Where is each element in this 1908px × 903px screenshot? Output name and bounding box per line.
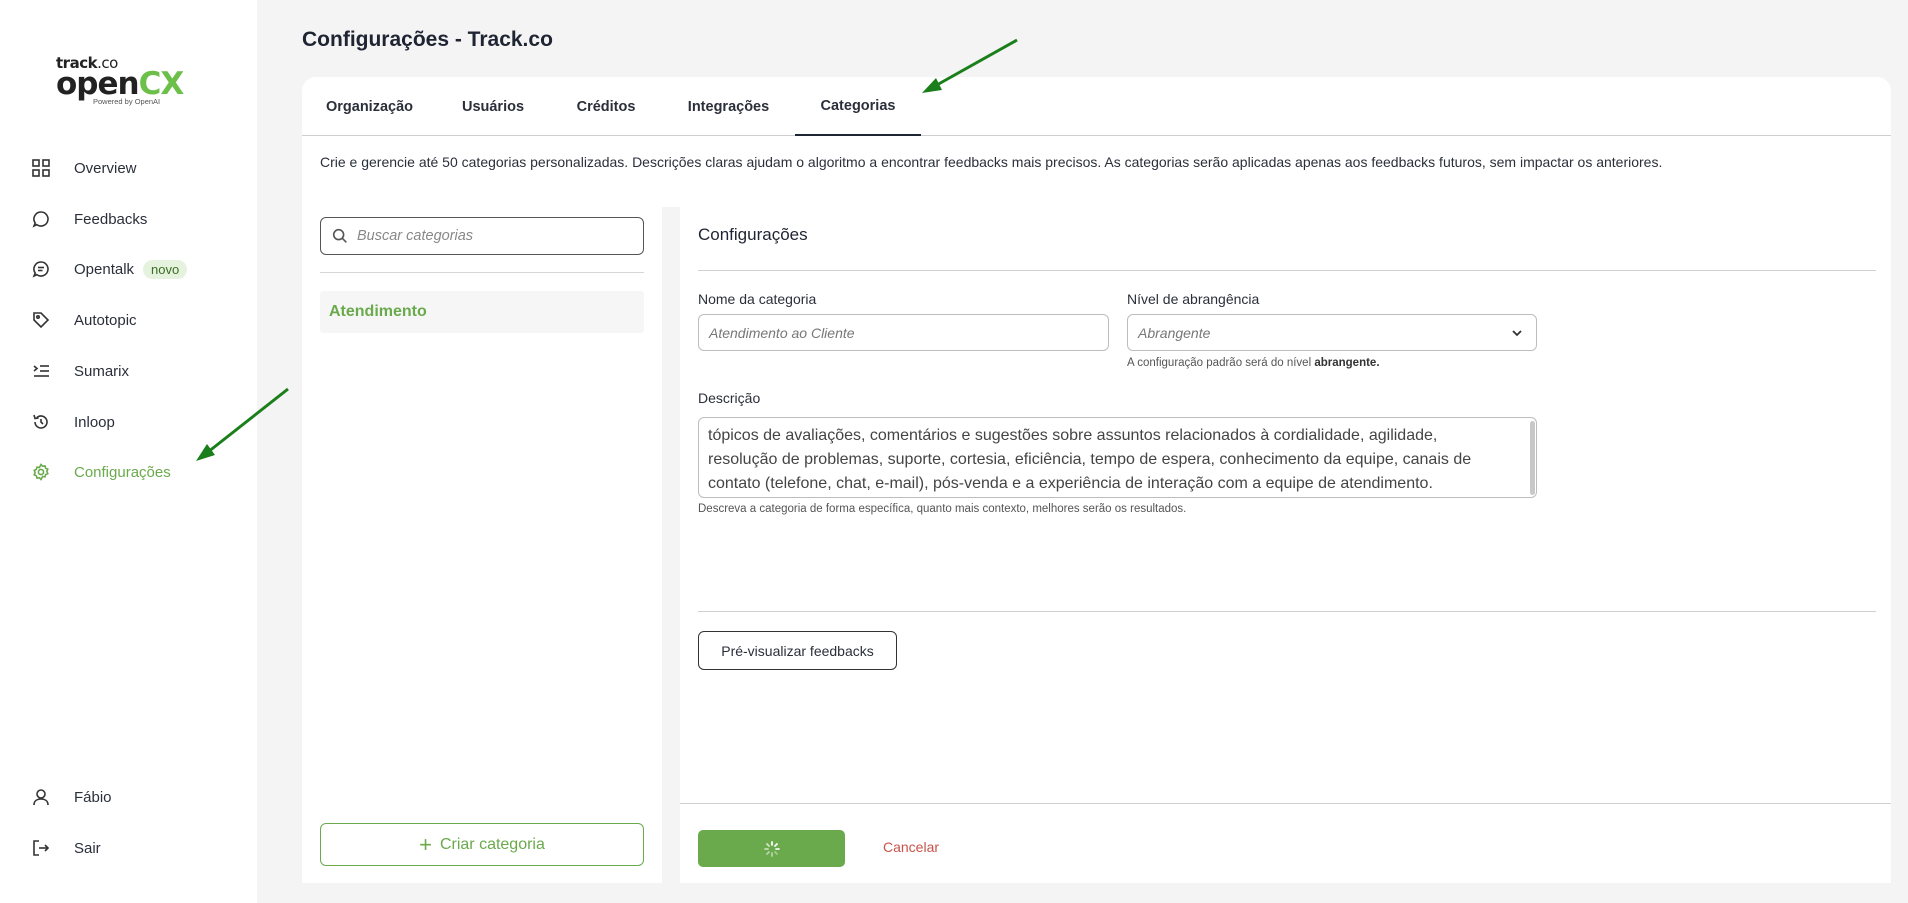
- category-config-panel: Configurações Nome da categoria Atendime…: [680, 207, 1891, 883]
- logout-icon: [30, 837, 52, 859]
- chevron-down-icon: [1512, 330, 1522, 337]
- sidebar-item-label: Sumarix: [74, 362, 130, 380]
- divider: [680, 803, 1891, 804]
- description-text: tópicos de avaliações, comentários e sug…: [708, 427, 1472, 492]
- sidebar-item-overview[interactable]: Overview: [30, 153, 240, 183]
- tab-usuarios[interactable]: Usuários: [462, 77, 524, 136]
- sidebar-item-feedbacks[interactable]: Feedbacks: [30, 204, 240, 234]
- divider: [698, 611, 1876, 612]
- tab-creditos[interactable]: Créditos: [577, 77, 636, 136]
- search-box[interactable]: [320, 217, 644, 255]
- category-name-input[interactable]: Atendimento ao Cliente: [698, 314, 1109, 351]
- list-indent-icon: [30, 360, 52, 382]
- history-icon: [30, 411, 52, 433]
- sidebar-item-sumarix[interactable]: Sumarix: [30, 356, 240, 386]
- tab-organizacao[interactable]: Organização: [326, 77, 413, 136]
- category-name-label: Nome da categoria: [698, 291, 817, 307]
- sidebar-item-logout[interactable]: Sair: [30, 833, 240, 863]
- message-lines-icon: [30, 258, 52, 280]
- category-name-placeholder: Atendimento ao Cliente: [709, 324, 855, 341]
- create-category-button[interactable]: + Criar categoria: [320, 823, 644, 866]
- category-item-atendimento[interactable]: Atendimento: [320, 291, 644, 333]
- new-badge: novo: [143, 259, 188, 279]
- tab-categorias[interactable]: Categorias: [795, 77, 921, 136]
- sidebar-item-label: Inloop: [74, 413, 115, 431]
- plus-icon: +: [419, 831, 432, 857]
- scope-level-label: Nível de abrangência: [1127, 291, 1260, 307]
- sidebar-item-label: Sair: [74, 839, 101, 857]
- tab-integracoes[interactable]: Integrações: [688, 77, 769, 136]
- settings-card: Organização Usuários Créditos Integraçõe…: [302, 77, 1891, 883]
- panel-gutter: [662, 207, 680, 883]
- description-hint: Descreva a categoria de forma específica…: [698, 503, 1187, 515]
- tab-bar: Organização Usuários Créditos Integraçõe…: [302, 77, 1891, 136]
- opencx-logo[interactable]: track.co openCX Powered by OpenAI: [56, 56, 184, 108]
- sidebar-item-label: Overview: [74, 159, 137, 177]
- sidebar-item-label: Feedbacks: [74, 210, 148, 228]
- grid-icon: [30, 157, 52, 179]
- cancel-button[interactable]: Cancelar: [883, 839, 939, 855]
- description-textarea[interactable]: tópicos de avaliações, comentários e sug…: [698, 417, 1537, 498]
- sidebar-item-label: Configurações: [74, 463, 171, 481]
- sidebar-item-label: Autotopic: [74, 311, 137, 329]
- loading-spinner-icon: [763, 840, 780, 857]
- divider: [698, 270, 1876, 271]
- user-icon: [30, 786, 52, 808]
- create-category-label: Criar categoria: [439, 835, 545, 853]
- categories-description: Crie e gerencie até 50 categorias person…: [320, 154, 1663, 170]
- preview-feedbacks-button[interactable]: Pré-visualizar feedbacks: [698, 631, 897, 670]
- description-label: Descrição: [698, 390, 761, 406]
- page-title: Configurações - Track.co: [302, 28, 553, 51]
- sidebar-item-label: Opentalk: [74, 260, 135, 278]
- config-title: Configurações: [698, 225, 808, 244]
- sidebar-item-inloop[interactable]: Inloop: [30, 407, 240, 437]
- save-button-loading[interactable]: [698, 830, 845, 867]
- divider: [320, 272, 644, 273]
- sidebar-item-autotopic[interactable]: Autotopic: [30, 305, 240, 335]
- tag-icon: [30, 309, 52, 331]
- scope-level-select[interactable]: Abrangente: [1127, 314, 1537, 351]
- logo-line2: openCX: [56, 66, 184, 102]
- search-input[interactable]: [357, 228, 637, 244]
- textarea-scrollbar[interactable]: [1530, 421, 1535, 495]
- logo-tagline: Powered by OpenAI: [93, 97, 161, 106]
- sidebar: track.co openCX Powered by OpenAI Overvi…: [0, 0, 257, 903]
- scope-level-hint: A configuração padrão será do nível abra…: [1127, 357, 1380, 369]
- scope-level-value: Abrangente: [1138, 324, 1211, 341]
- chat-bubble-icon: [30, 208, 52, 230]
- sidebar-item-label: Fábio: [74, 788, 112, 806]
- sidebar-item-configuracoes[interactable]: Configurações: [30, 457, 240, 487]
- sidebar-item-user[interactable]: Fábio: [30, 782, 240, 812]
- search-icon: [332, 228, 347, 243]
- sidebar-item-opentalk[interactable]: Opentalk novo: [30, 254, 240, 284]
- gear-icon: [30, 461, 52, 483]
